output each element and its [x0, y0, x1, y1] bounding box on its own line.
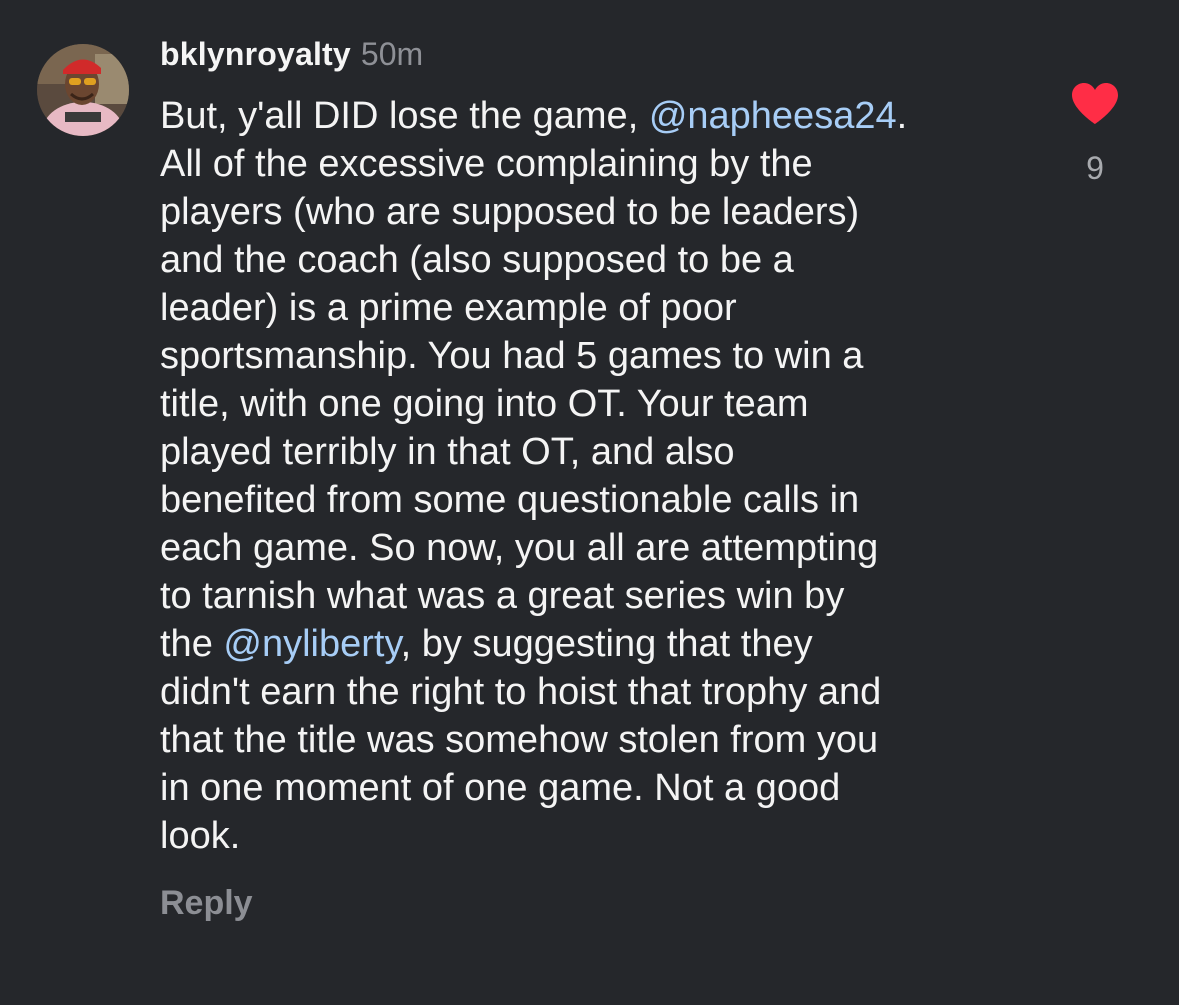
comment-line: and the coach (also supposed to be a: [160, 239, 794, 281]
like-count: 9: [1086, 150, 1104, 186]
comment-line: title, with one going into OT. Your team: [160, 383, 809, 425]
comment: bklynroyalty 50m But, y'all DID lose the…: [0, 0, 1179, 1005]
avatar[interactable]: [37, 44, 129, 136]
comment-line: each game. So now, you all are attemptin…: [160, 527, 879, 569]
comment-line: All of the excessive complaining by the: [160, 143, 813, 185]
mention-link[interactable]: @nyliberty: [223, 623, 400, 665]
comment-text: , by suggesting that they: [400, 623, 813, 665]
comment-line: that the title was somehow stolen from y…: [160, 719, 879, 761]
avatar-image: [37, 44, 129, 136]
comment-header: bklynroyalty 50m: [160, 36, 423, 80]
comment-line: leader) is a prime example of poor: [160, 287, 737, 329]
comment-body: But, y'all DID lose the game, @napheesa2…: [160, 92, 1040, 860]
timestamp: 50m: [360, 36, 424, 72]
comment-text: But, y'all DID lose the game,: [160, 95, 649, 137]
comment-text: .: [896, 95, 908, 137]
username[interactable]: bklynroyalty: [160, 36, 351, 73]
mention-link[interactable]: @napheesa24: [649, 95, 897, 137]
comment-line: the @nyliberty, by suggesting that they: [160, 620, 1040, 668]
comment-line: in one moment of one game. Not a good: [160, 767, 841, 809]
comment-line: But, y'all DID lose the game, @napheesa2…: [160, 92, 1040, 140]
comment-line: didn't earn the right to hoist that trop…: [160, 671, 882, 713]
comment-text: the: [160, 623, 224, 665]
like-button[interactable]: [1070, 82, 1120, 126]
reply-button[interactable]: Reply: [160, 884, 253, 923]
heart-icon: [1072, 83, 1118, 124]
comment-line: players (who are supposed to be leaders): [160, 191, 860, 233]
comment-line: sportsmanship. You had 5 games to win a: [160, 335, 864, 377]
comment-line: played terribly in that OT, and also: [160, 431, 735, 473]
comment-line: to tarnish what was a great series win b…: [160, 575, 845, 617]
comment-line: look.: [160, 815, 241, 857]
comment-line: benefited from some questionable calls i…: [160, 479, 860, 521]
